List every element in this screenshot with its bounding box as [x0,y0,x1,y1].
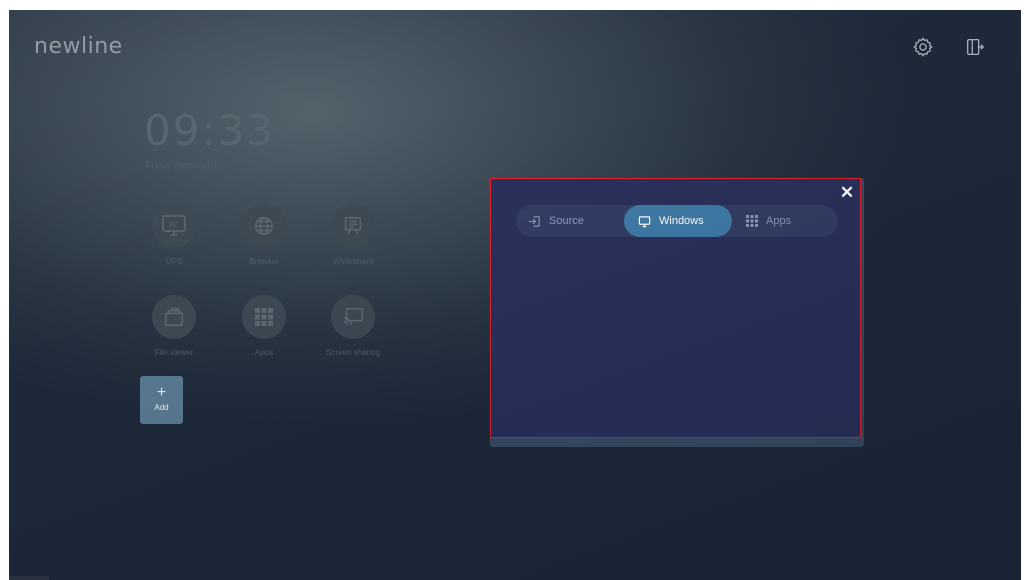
input-icon [528,215,540,227]
gear-icon[interactable] [912,36,934,58]
add-button[interactable]: + Add [140,376,183,424]
clock: 09:33 [144,106,276,155]
tab-label: Windows [659,215,704,227]
app-label: Whiteboard [332,257,374,266]
app-label: Screen sharing [326,348,380,357]
app-label: Browser [249,257,279,266]
tab-label: Apps [766,215,792,227]
exit-icon[interactable] [964,36,986,58]
newline-logo: newline [34,34,123,59]
monitor-icon [638,215,651,227]
app-browser[interactable]: Browser [229,204,299,266]
screen-share-icon [331,295,375,339]
desktop-screen: newline 09:33 Friday January 01 PC OPS B… [9,10,1021,580]
tab-source[interactable]: Source [528,205,618,237]
plus-icon: + [156,384,167,401]
app-file-viewer[interactable]: File viewer [139,295,209,357]
app-label: Apps [254,348,274,357]
svg-text:PC: PC [169,221,178,229]
tab-label: Source [549,215,584,227]
app-apps[interactable]: Apps [229,295,299,357]
app-ops[interactable]: PC OPS [139,204,209,266]
source-panel: ✕ Source Windows Apps [490,178,861,438]
pc-icon: PC [152,204,196,248]
tab-windows[interactable]: Windows [624,205,732,237]
date-label: Friday January 01 [146,160,219,170]
app-screen-sharing[interactable]: Screen sharing [318,295,388,357]
tab-apps[interactable]: Apps [746,205,826,237]
app-whiteboard[interactable]: Whiteboard [318,204,388,266]
tab-bar: Source Windows Apps [516,205,838,237]
folder-icon [152,295,196,339]
globe-icon [242,204,286,248]
whiteboard-icon [331,204,375,248]
app-label: OPS [165,257,183,266]
taskbar-handle[interactable] [9,576,49,580]
app-label: File viewer [154,348,194,357]
grid-icon [242,295,286,339]
add-label: Add [154,403,169,412]
close-icon[interactable]: ✕ [839,184,855,201]
grid-icon [746,215,758,227]
